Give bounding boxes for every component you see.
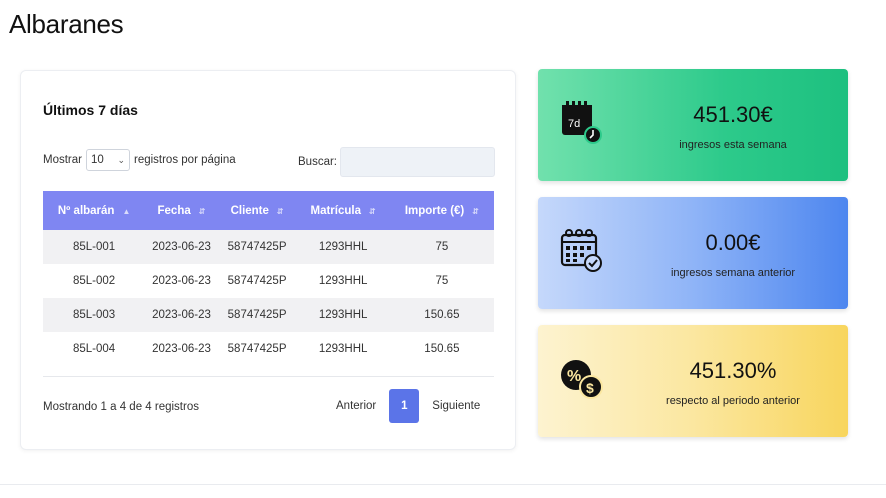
cell-matricula: 1293HHL <box>296 298 390 332</box>
svg-text:7d: 7d <box>568 118 580 130</box>
page-length-control: Mostrar 10 ⌄ registros por página <box>43 149 236 171</box>
page-title: Albaranes <box>9 9 124 39</box>
column-header-fecha[interactable]: Fecha ⇵ <box>145 191 218 230</box>
stat-label: respecto al periodo anterior <box>666 395 800 407</box>
cell-matricula: 1293HHL <box>318 343 368 355</box>
calendar-7d-icon: 7d <box>562 101 602 144</box>
stat-value: 451.30€ <box>693 102 773 127</box>
table-row[interactable]: 85L-002 2023-06-23 58747425P 1293HHL 75 <box>43 264 494 298</box>
divider <box>43 376 494 377</box>
stat-card-this-week: 7d 451.30€ ingresos esta semana <box>538 69 848 181</box>
sort-asc-icon: ▲ <box>122 206 131 216</box>
recent-albaranes-card: Últimos 7 días Mostrar 10 ⌄ registros po… <box>20 70 516 450</box>
sort-icon: ⇵ <box>276 206 284 216</box>
table-info: Mostrando 1 a 4 de 4 registros <box>43 401 199 413</box>
sort-icon: ⇵ <box>472 206 479 216</box>
stat-label: ingresos semana anterior <box>670 267 796 279</box>
column-header-importe[interactable]: Importe (€) ⇵ <box>389 191 494 230</box>
cell-importe: 75 <box>435 275 449 287</box>
cell-importe: 75 <box>389 230 494 264</box>
cell-numero: 85L-001 <box>43 230 146 264</box>
footer-divider <box>0 484 886 485</box>
cell-numero: 85L-003 <box>43 298 146 332</box>
length-prefix-label: Mostrar <box>43 154 82 166</box>
stat-value: 0.00€ <box>705 230 761 255</box>
stat-value: 451.30% <box>689 358 777 383</box>
length-suffix-label: registros por página <box>133 154 236 166</box>
calendar-check-icon <box>560 229 602 272</box>
sort-icon: ⇵ <box>198 206 206 216</box>
percent-dollar-icon: % $ <box>561 360 603 399</box>
column-header-numero[interactable]: Nº albarán ▲ <box>43 191 146 230</box>
table-row[interactable]: 85L-001 2023-06-23 58747425P 1293HHL 75 <box>43 230 494 264</box>
previous-page-button[interactable]: Anterior <box>326 389 386 423</box>
column-header-label: Importe (€) <box>404 204 465 217</box>
cell-fecha: 2023-06-23 <box>145 230 218 264</box>
search-control: Buscar: <box>298 147 495 177</box>
cell-cliente: 58747425P <box>217 230 297 264</box>
column-header-label: Fecha <box>157 204 191 217</box>
page-1-button[interactable]: 1 <box>389 389 420 423</box>
cell-numero: 85L-004 <box>73 343 116 355</box>
cell-numero: 85L-002 <box>73 275 116 287</box>
cell-cliente: 58747425P <box>217 298 297 332</box>
svg-text:%: % <box>567 368 581 385</box>
table-row[interactable]: 85L-004 2023-06-23 58747425P 1293HHL 150… <box>43 332 494 366</box>
page-length-select[interactable]: 10 ⌄ <box>85 149 130 171</box>
cell-fecha: 2023-06-23 <box>152 275 211 287</box>
svg-text:$: $ <box>586 380 594 396</box>
cell-fecha: 2023-06-23 <box>145 298 218 332</box>
cell-cliente: 58747425P <box>227 343 287 355</box>
stat-label: ingresos esta semana <box>679 139 787 151</box>
column-header-matricula[interactable]: Matrícula ⇵ <box>296 191 390 230</box>
cell-matricula: 1293HHL <box>296 230 390 264</box>
cell-cliente: 58747425P <box>227 275 287 287</box>
column-header-cliente[interactable]: Cliente ⇵ <box>217 191 297 230</box>
cell-importe: 150.65 <box>424 343 460 355</box>
cell-matricula: 1293HHL <box>318 275 368 287</box>
column-header-label: Cliente <box>230 204 269 217</box>
cell-fecha: 2023-06-23 <box>152 343 211 355</box>
table-row[interactable]: 85L-003 2023-06-23 58747425P 1293HHL 150… <box>43 298 494 332</box>
page-length-value: 10 <box>90 154 104 166</box>
search-label: Buscar: <box>298 156 337 168</box>
column-header-label: Matrícula <box>310 204 362 217</box>
column-header-label: Nº albarán <box>57 204 115 217</box>
stat-card-last-week: 0.00€ ingresos semana anterior <box>538 197 848 309</box>
cell-importe: 150.65 <box>389 298 494 332</box>
sort-icon: ⇵ <box>369 206 376 216</box>
albaranes-table: Nº albarán ▲ Fecha ⇵ Cliente ⇵ Matrícula ⇵ I… <box>43 191 494 366</box>
chevron-down-icon: ⌄ <box>117 154 125 165</box>
next-page-button[interactable]: Siguiente <box>422 389 490 423</box>
pagination: Anterior 1 Siguiente <box>326 389 490 423</box>
table-header-row: Nº albarán ▲ Fecha ⇵ Cliente ⇵ Matrícula ⇵ I… <box>43 191 494 230</box>
card-title: Últimos 7 días <box>43 102 138 118</box>
search-input[interactable] <box>340 147 495 177</box>
stat-card-change: % $ 451.30% respecto al periodo anterior <box>538 325 848 437</box>
